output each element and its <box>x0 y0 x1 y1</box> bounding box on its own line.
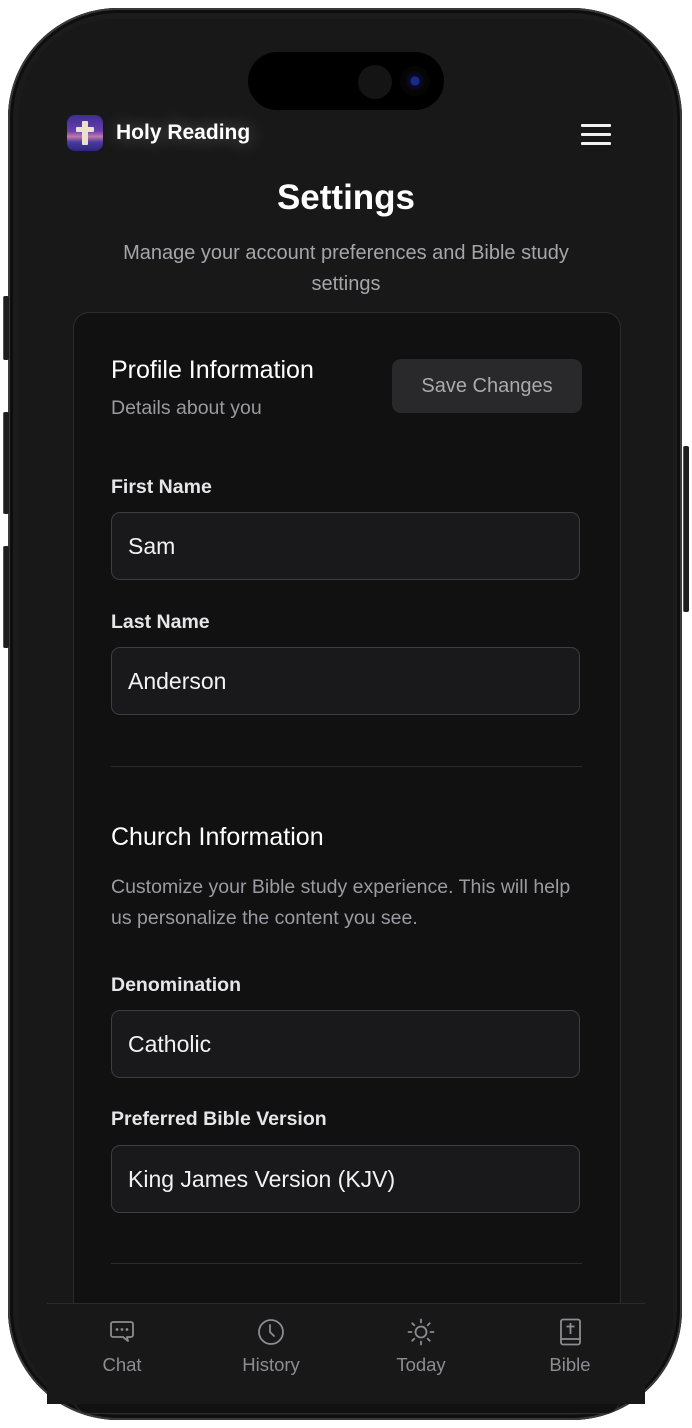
app-name[interactable]: Holy Reading <box>116 121 250 145</box>
action-button <box>3 296 9 360</box>
bible-version-input[interactable] <box>111 1145 580 1213</box>
profile-section-subtitle: Details about you <box>111 397 262 419</box>
page-subtitle: Manage your account preferences and Bibl… <box>123 242 569 295</box>
dynamic-island <box>248 52 444 110</box>
front-camera <box>400 66 430 96</box>
church-section-description: Customize your Bible study experience. T… <box>111 876 571 929</box>
sensor <box>358 65 392 99</box>
volume-up-button <box>3 412 9 514</box>
volume-down-button <box>3 546 9 648</box>
chat-bubble-icon <box>110 1321 134 1342</box>
tab-chat[interactable]: Chat <box>62 1318 182 1376</box>
save-changes-button[interactable]: Save Changes <box>392 359 582 413</box>
power-button <box>683 446 689 612</box>
app-header: Holy Reading <box>67 115 250 151</box>
tab-label: Today <box>396 1354 446 1375</box>
bible-book-icon <box>560 1318 581 1346</box>
tab-label: Chat <box>102 1354 142 1375</box>
last-name-label: Last Name <box>111 611 210 633</box>
church-section-title: Church Information <box>111 823 324 851</box>
first-name-input[interactable] <box>111 512 580 580</box>
bottom-tab-bar: Chat History Today Bible <box>47 1303 645 1404</box>
denomination-input[interactable] <box>111 1010 580 1078</box>
sun-icon <box>407 1318 435 1346</box>
tab-history[interactable]: History <box>211 1318 331 1376</box>
tab-label: History <box>242 1354 300 1375</box>
hamburger-menu-icon[interactable] <box>578 120 614 150</box>
tab-today[interactable]: Today <box>361 1318 481 1376</box>
clock-icon <box>258 1319 284 1345</box>
first-name-label: First Name <box>111 476 212 498</box>
bible-version-label: Preferred Bible Version <box>111 1108 327 1130</box>
section-divider <box>111 1263 582 1264</box>
tab-bible[interactable]: Bible <box>510 1318 630 1376</box>
profile-section-title: Profile Information <box>111 356 314 384</box>
last-name-input[interactable] <box>111 647 580 715</box>
cross-icon[interactable] <box>67 115 103 151</box>
tab-label: Bible <box>549 1354 591 1375</box>
section-divider <box>111 766 582 767</box>
denomination-label: Denomination <box>111 974 241 996</box>
page-title: Settings <box>276 178 416 217</box>
